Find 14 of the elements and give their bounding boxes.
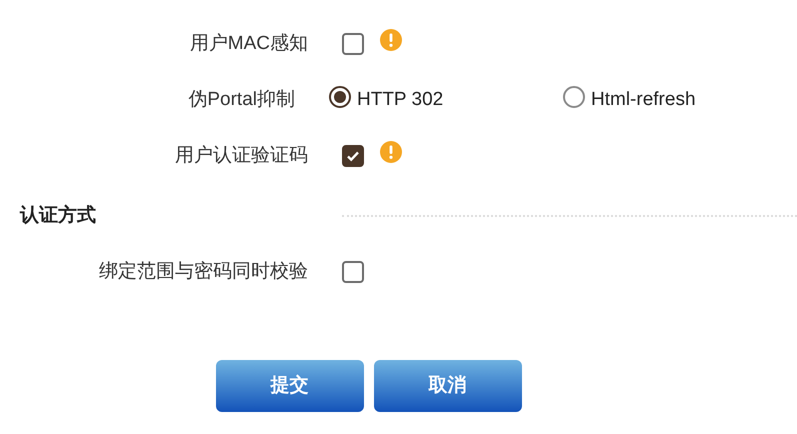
section-title: 认证方式	[20, 204, 97, 228]
option-label: Html-refresh	[591, 88, 696, 112]
cancel-button[interactable]: 取消	[374, 360, 522, 412]
checkbox[interactable]	[342, 261, 364, 283]
checkbox[interactable]	[342, 145, 364, 167]
field-label: 用户认证验证码	[175, 144, 308, 168]
option-label: HTTP 302	[357, 88, 444, 112]
field-label: 用户MAC感知	[190, 32, 308, 56]
radio-button[interactable]	[329, 86, 351, 108]
radio-button[interactable]	[563, 86, 585, 108]
submit-button[interactable]: 提交	[216, 360, 364, 412]
checkbox[interactable]	[342, 33, 364, 55]
field-label: 绑定范围与密码同时校验	[99, 260, 308, 284]
field-label: 伪Portal抑制	[188, 88, 295, 112]
